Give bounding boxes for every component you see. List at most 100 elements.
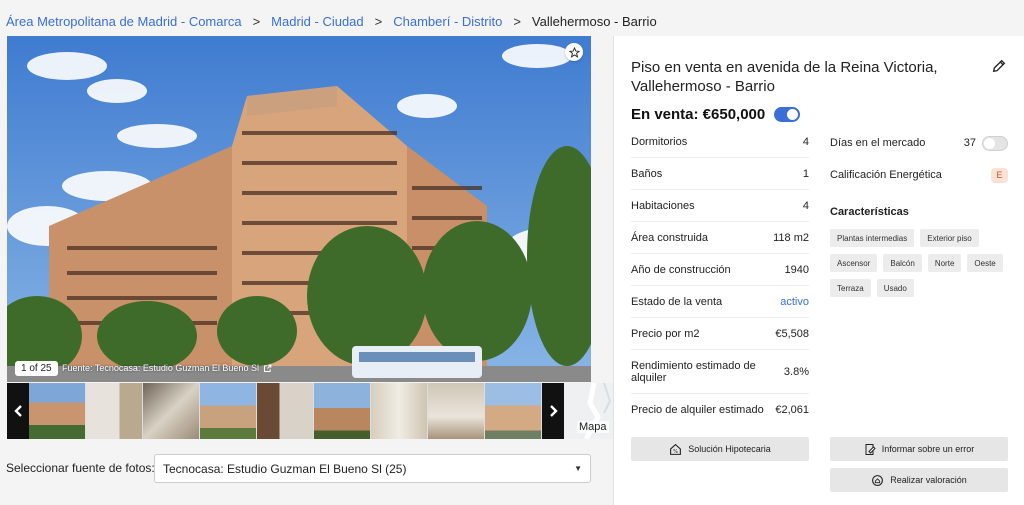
fact-value: 4 (802, 135, 809, 148)
fact-label: Rendimiento estimado de alquiler (631, 359, 756, 384)
feature-tag: Terraza (830, 279, 871, 297)
thumbnail-strip: Mapa (7, 383, 620, 439)
thumbnail[interactable] (86, 383, 142, 439)
days-on-market-label: Días en el mercado (830, 137, 926, 149)
fact-value: 118 m2 (773, 231, 809, 244)
price-toggle[interactable] (774, 107, 801, 122)
external-link-icon (263, 364, 272, 372)
days-on-market-row: Días en el mercado 37 (830, 127, 1008, 159)
price-row: En venta: €650,000 (631, 106, 801, 123)
energy-rating-label: Calificación Energética (830, 169, 942, 181)
fact-value: 1940 (784, 263, 809, 276)
listing-panel: Piso en venta en avenida de la Reina Vic… (613, 36, 1024, 505)
thumbnail[interactable] (485, 383, 541, 439)
building-photo-illustration (7, 36, 591, 382)
fact-row: Habitaciones 4 (631, 190, 809, 222)
thumbnail[interactable] (200, 383, 256, 439)
feature-tag: Balcón (883, 254, 922, 272)
days-on-market-value: 37 (963, 137, 976, 149)
chevron-left-icon (13, 405, 22, 417)
valuation-icon (872, 474, 884, 486)
photo-source-text: Fuente: Tecnocasa: Estudio Guzman El Bue… (62, 363, 259, 373)
report-error-label: Informar sobre un error (881, 444, 975, 454)
fact-value: 4 (802, 199, 809, 212)
fact-label: Baños (631, 167, 663, 180)
map-label: Mapa (577, 421, 609, 433)
breadcrumb-separator: > (513, 13, 521, 29)
fact-label: Dormitorios (631, 135, 688, 148)
fact-label: Precio de alquiler estimado (631, 404, 764, 416)
next-photo-button[interactable] (542, 383, 564, 439)
sale-status-link[interactable]: activo (780, 296, 809, 308)
report-error-button[interactable]: Informar sobre un error (830, 437, 1008, 461)
market-info: Días en el mercado 37 Calificación Energ… (830, 127, 1008, 191)
feature-tag: Plantas intermedias (830, 229, 915, 247)
fact-row: Área construida 118 m2 (631, 222, 809, 254)
features-title: Características (830, 206, 909, 218)
house-percent-icon: % (670, 443, 682, 455)
photo-source-label: Seleccionar fuente de fotos: (6, 461, 155, 475)
features-tags: Plantas intermedias Exterior piso Ascens… (830, 229, 1010, 297)
feature-tag: Norte (927, 254, 962, 272)
thumbnail[interactable] (371, 383, 427, 439)
feature-tag: Usado (876, 279, 914, 297)
photo-source-select[interactable]: Tecnocasa: Estudio Guzman El Bueno Sl (2… (154, 454, 591, 483)
thumbnail[interactable] (29, 383, 85, 439)
edit-document-icon (865, 443, 876, 455)
valuation-button[interactable]: Realizar valoración (830, 468, 1008, 492)
fact-value: €5,508 (775, 327, 809, 340)
fact-value: €2,061 (775, 404, 809, 416)
days-on-market-toggle[interactable] (982, 135, 1008, 151)
caret-down-icon: ▼ (574, 464, 582, 473)
toggle-knob (787, 109, 799, 120)
photo-counter: 1 of 25 (15, 361, 58, 376)
pencil-icon (992, 59, 1006, 73)
feature-tag: Ascensor (830, 254, 878, 272)
fact-row: Estado de la venta activo (631, 286, 809, 318)
fact-row: Precio por m2 €5,508 (631, 318, 809, 350)
mortgage-button-label: Solución Hipotecaria (688, 444, 771, 454)
breadcrumb-link-comarca[interactable]: Área Metropolitana de Madrid - Comarca (6, 14, 242, 29)
photo-source-link[interactable]: Fuente: Tecnocasa: Estudio Guzman El Bue… (62, 363, 272, 373)
toggle-knob (984, 137, 995, 149)
breadcrumb-link-distrito[interactable]: Chamberí - Distrito (393, 14, 502, 29)
breadcrumb-link-ciudad[interactable]: Madrid - Ciudad (271, 14, 364, 29)
thumbnail[interactable] (143, 383, 199, 439)
thumbnail[interactable] (314, 383, 370, 439)
star-icon (568, 46, 580, 58)
fact-row: Año de construcción 1940 (631, 254, 809, 286)
facts-list: Dormitorios 4 Baños 1 Habitaciones 4 Áre… (631, 126, 809, 426)
fact-label: Año de construcción (631, 263, 731, 276)
thumbnail[interactable] (257, 383, 313, 439)
edit-button[interactable] (991, 58, 1009, 76)
fact-row: Dormitorios 4 (631, 126, 809, 158)
energy-rating-row: Calificación Energética E (830, 159, 1008, 191)
main-photo[interactable]: 1 of 25 Fuente: Tecnocasa: Estudio Guzma… (7, 36, 591, 382)
map-tile[interactable]: Mapa (564, 383, 620, 439)
prev-photo-button[interactable] (7, 383, 29, 439)
fact-row: Rendimiento estimado de alquiler 3.8% (631, 350, 809, 394)
thumbnail[interactable] (428, 383, 484, 439)
favorite-button[interactable] (565, 43, 583, 61)
fact-row: Precio de alquiler estimado €2,061 (631, 394, 809, 426)
breadcrumb-separator: > (252, 13, 261, 29)
listing-price: En venta: €650,000 (631, 106, 766, 123)
fact-label: Estado de la venta (631, 295, 723, 308)
svg-text:%: % (673, 448, 678, 454)
fact-label: Área construida (631, 231, 709, 244)
fact-label: Habitaciones (631, 199, 695, 212)
feature-tag: Exterior piso (920, 229, 979, 247)
fact-label: Precio por m2 (631, 327, 700, 340)
mortgage-button[interactable]: % Solución Hipotecaria (631, 437, 809, 461)
feature-tag: Oeste (967, 254, 1003, 272)
chevron-right-icon (549, 405, 558, 417)
breadcrumb-current: Vallehermoso - Barrio (531, 13, 657, 29)
breadcrumb: Área Metropolitana de Madrid - Comarca >… (6, 12, 657, 30)
fact-value: 1 (802, 167, 809, 180)
listing-title: Piso en venta en avenida de la Reina Vic… (631, 59, 938, 95)
photo-source-value: Tecnocasa: Estudio Guzman El Bueno Sl (2… (163, 461, 407, 476)
fact-row: Baños 1 (631, 158, 809, 190)
breadcrumb-separator: > (374, 13, 383, 29)
valuation-label: Realizar valoración (890, 475, 967, 485)
energy-rating-badge: E (991, 167, 1008, 183)
